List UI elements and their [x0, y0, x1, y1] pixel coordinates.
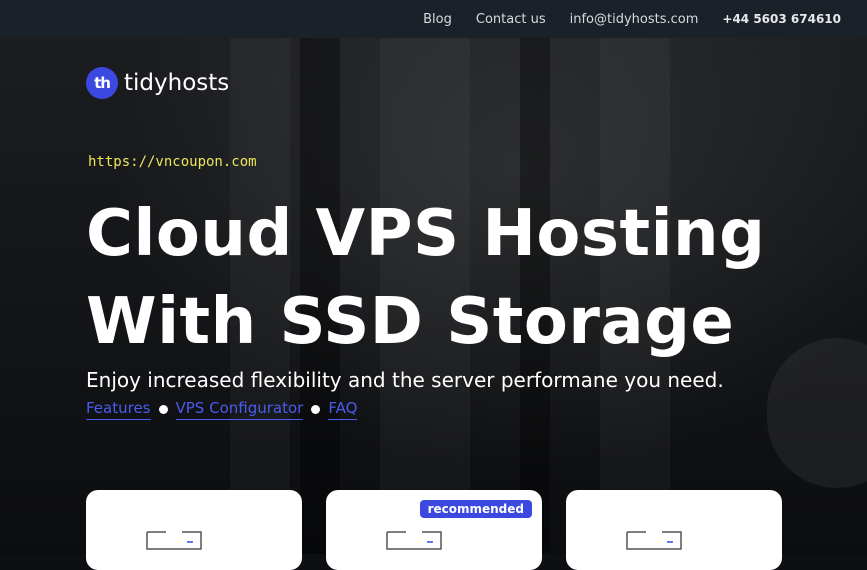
blog-link[interactable]: Blog: [423, 12, 452, 27]
features-link[interactable]: Features: [86, 399, 151, 420]
separator-dot-icon: [158, 405, 168, 414]
logo-mark-icon: th: [86, 67, 118, 99]
plan-card-recommended[interactable]: recommended: [326, 490, 542, 570]
headline-line-1: Cloud VPS Hosting: [86, 197, 766, 271]
server-icon: [146, 531, 202, 550]
phone-link[interactable]: +44 5603 674610: [722, 12, 841, 26]
server-icon: [386, 531, 442, 550]
logo-text: tidyhosts: [124, 70, 230, 96]
hero-quick-links: Features VPS Configurator FAQ: [86, 399, 358, 420]
vps-configurator-link[interactable]: VPS Configurator: [175, 399, 304, 420]
recommended-badge: recommended: [419, 500, 532, 518]
page-title: Cloud VPS Hosting With SSD Storage: [86, 190, 765, 366]
separator-dot-icon: [311, 405, 321, 414]
email-link[interactable]: info@tidyhosts.com: [570, 12, 699, 27]
faq-link[interactable]: FAQ: [328, 399, 358, 420]
hero-subtitle: Enjoy increased flexibility and the serv…: [86, 368, 724, 392]
top-bar: Blog Contact us info@tidyhosts.com +44 5…: [0, 0, 867, 38]
watermark-url: https://vncoupon.com: [88, 154, 257, 170]
plan-card[interactable]: [86, 490, 302, 570]
contact-us-link[interactable]: Contact us: [476, 12, 546, 27]
cloud-decoration: [767, 338, 867, 488]
plan-card[interactable]: [566, 490, 782, 570]
logo[interactable]: th tidyhosts: [86, 67, 229, 99]
server-icon: [626, 531, 682, 550]
headline-line-2: With SSD Storage: [86, 285, 735, 359]
